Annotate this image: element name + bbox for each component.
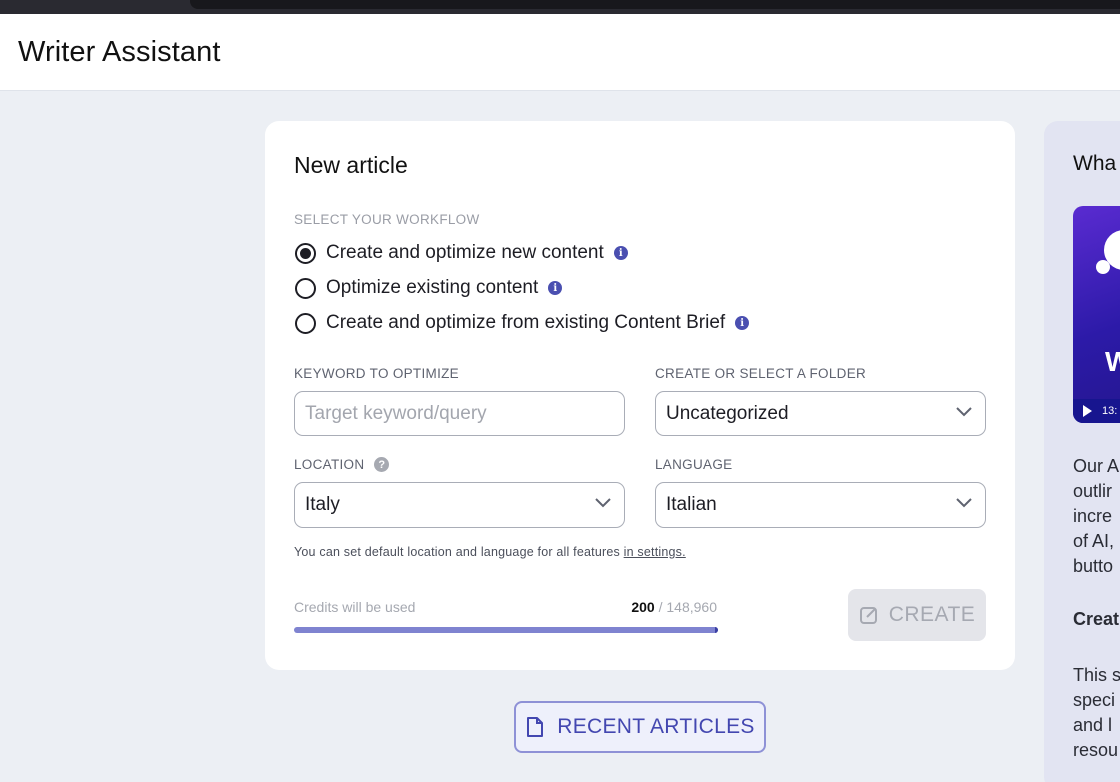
folder-select[interactable]: Uncategorized <box>655 391 986 436</box>
logo-dot <box>1096 260 1110 274</box>
credits-used: 200 <box>631 599 655 615</box>
video-letter: W <box>1105 346 1120 377</box>
credits-progress-fill <box>294 627 718 633</box>
language-select[interactable]: Italian <box>655 482 986 528</box>
info-icon[interactable]: i <box>613 246 628 260</box>
workflow-option-label: Optimize existing content <box>326 277 539 298</box>
workflow-section-label: SELECT YOUR WORKFLOW <box>294 212 480 227</box>
video-thumbnail[interactable]: W 13: <box>1073 206 1120 423</box>
side-panel: Wha W 13: Our A outlir incre of AI, butt… <box>1044 121 1120 782</box>
credits-value: 200 / 148,960 <box>565 599 717 615</box>
play-icon[interactable] <box>1083 405 1092 417</box>
radio-button[interactable] <box>295 277 316 299</box>
side-text-line: and l <box>1073 715 1113 735</box>
side-text-line: resou <box>1073 740 1119 760</box>
credits-total: / 148,960 <box>658 599 717 615</box>
workflow-option-label: Create and optimize from existing Conten… <box>326 312 726 333</box>
help-icon[interactable]: ? <box>374 457 390 472</box>
create-button-label: CREATE <box>888 603 976 626</box>
keyword-input[interactable]: Target keyword/query <box>294 391 625 436</box>
chevron-down-icon <box>956 407 972 417</box>
side-text-line: speci <box>1073 690 1116 710</box>
keyword-placeholder: Target keyword/query <box>305 402 487 424</box>
radio-button[interactable] <box>295 312 316 334</box>
workflow-option-from-brief[interactable]: Create and optimize from existing Conten… <box>295 312 750 334</box>
location-select[interactable]: Italy <box>294 482 625 528</box>
credits-progress-bar <box>294 627 718 633</box>
browser-top-strip <box>0 0 1120 14</box>
keyword-label: KEYWORD TO OPTIMIZE <box>294 366 459 381</box>
location-label: LOCATION ? <box>294 457 390 472</box>
workflow-option-optimize-existing[interactable]: Optimize existing content i <box>295 277 563 299</box>
side-text-line: butto <box>1073 556 1114 576</box>
info-icon[interactable]: i <box>735 316 750 330</box>
page-title: Writer Assistant <box>18 36 221 68</box>
workflow-option-label: Create and optimize new content <box>326 242 604 263</box>
settings-link[interactable]: in settings. <box>624 545 686 559</box>
video-controls[interactable]: 13: <box>1073 399 1120 423</box>
workflow-option-create-new[interactable]: Create and optimize new content i <box>295 242 628 264</box>
side-panel-title: Wha <box>1073 152 1117 175</box>
edit-icon <box>859 607 877 624</box>
radio-button[interactable] <box>295 242 316 264</box>
chevron-down-icon <box>595 498 611 508</box>
new-article-card: New article SELECT YOUR WORKFLOW Create … <box>265 121 1015 670</box>
side-subheading: Creat <box>1073 609 1120 629</box>
credits-label: Credits will be used <box>294 599 416 615</box>
folder-value: Uncategorized <box>666 402 789 424</box>
language-value: Italian <box>666 494 717 515</box>
recent-articles-button[interactable]: RECENT ARTICLES <box>514 701 766 753</box>
folder-label: CREATE OR SELECT A FOLDER <box>655 366 867 381</box>
recent-articles-label: RECENT ARTICLES <box>557 715 755 738</box>
side-text-line: of AI, <box>1073 531 1115 551</box>
info-icon[interactable]: i <box>548 281 563 295</box>
card-title: New article <box>294 152 408 178</box>
settings-note: You can set default location and languag… <box>294 545 686 559</box>
create-button[interactable]: CREATE <box>848 589 986 641</box>
app-header: Writer Assistant <box>0 14 1120 91</box>
language-label: LANGUAGE <box>655 457 733 472</box>
chevron-down-icon <box>956 498 972 508</box>
side-text-line: Our A <box>1073 456 1120 476</box>
document-icon <box>527 717 544 737</box>
video-time: 13: <box>1102 405 1118 417</box>
side-text-line: incre <box>1073 506 1113 526</box>
side-text-line: This s <box>1073 665 1120 685</box>
browser-tab-bar <box>190 0 1120 9</box>
side-text-line: outlir <box>1073 481 1113 501</box>
location-value: Italy <box>305 494 340 515</box>
